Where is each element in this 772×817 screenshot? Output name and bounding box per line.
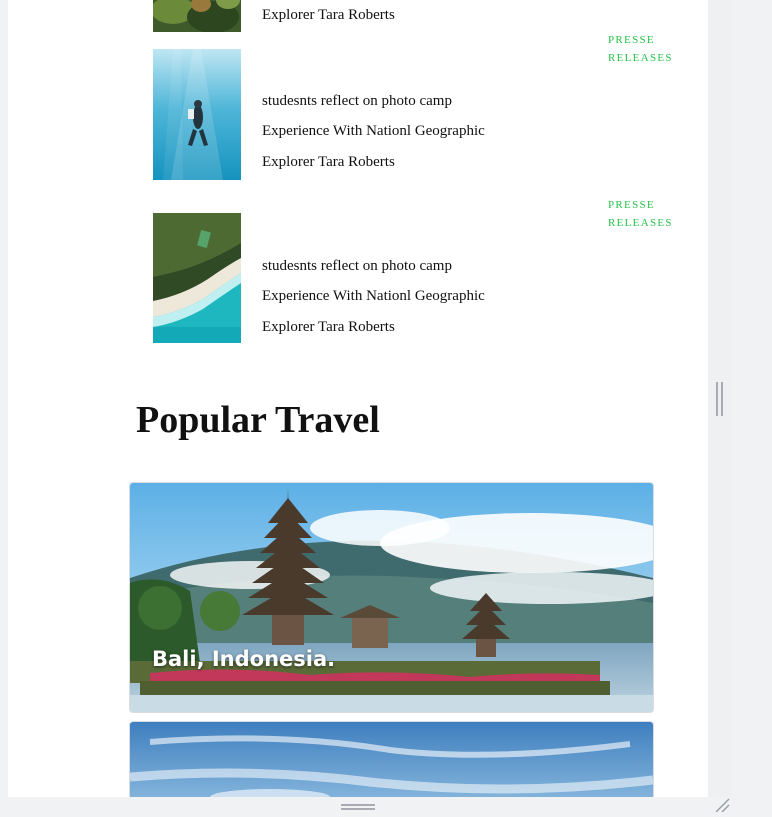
page-content: Explorer Tara Roberts PRESSE RELEASES st…: [8, 0, 708, 797]
travel-card-2[interactable]: [130, 722, 653, 797]
news-line[interactable]: Experience With Nationl Geographic: [262, 288, 485, 305]
news-line[interactable]: Explorer Tara Roberts: [262, 7, 395, 24]
news-line[interactable]: studesnts reflect on photo camp: [262, 258, 452, 275]
sky-image: [130, 722, 653, 797]
news-line[interactable]: Explorer Tara Roberts: [262, 319, 395, 336]
bottom-panel-gutter: [0, 797, 772, 812]
category-tag[interactable]: PRESSE RELEASES: [608, 31, 688, 67]
horizontal-resize-handle[interactable]: [341, 803, 375, 811]
card-caption: Bali, Indonesia.: [152, 647, 336, 671]
news-line[interactable]: studesnts reflect on photo camp: [262, 93, 452, 110]
resize-corner-icon[interactable]: [712, 798, 730, 813]
bali-temple-image: [130, 483, 653, 712]
news-line[interactable]: Explorer Tara Roberts: [262, 154, 395, 171]
vertical-resize-handle[interactable]: [716, 382, 724, 416]
news-line[interactable]: Experience With Nationl Geographic: [262, 123, 485, 140]
section-heading: Popular Travel: [136, 399, 380, 441]
news-thumbnail-diver[interactable]: [153, 49, 241, 180]
category-tag[interactable]: PRESSE RELEASES: [608, 196, 688, 232]
travel-card-bali[interactable]: Bali, Indonesia.: [130, 483, 653, 712]
news-thumbnail-plant[interactable]: [153, 0, 241, 32]
news-thumbnail-beach[interactable]: [153, 213, 241, 343]
